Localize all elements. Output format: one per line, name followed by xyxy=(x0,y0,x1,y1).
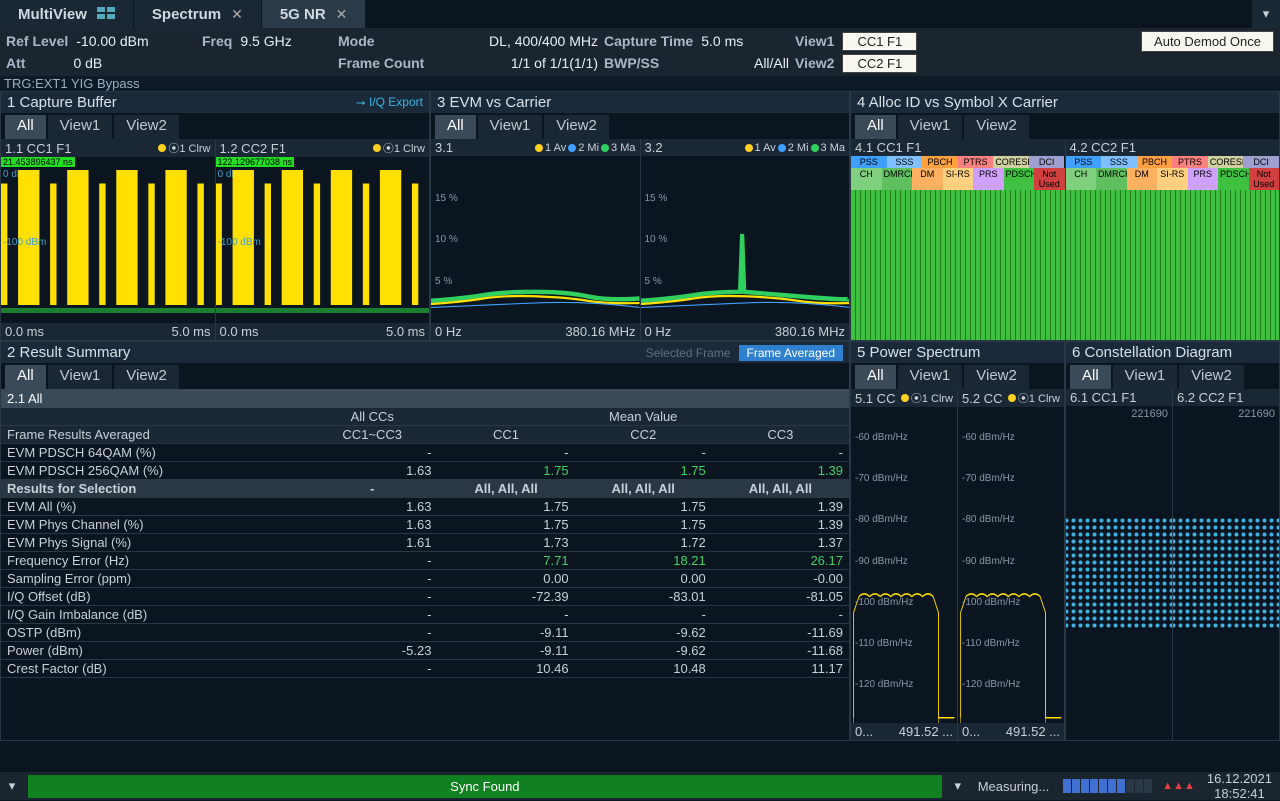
att-value: 0 dB xyxy=(73,55,102,71)
settings-bar: Ref Level -10.00 dBm Freq 9.5 GHz Mode DL, … xyxy=(0,28,1280,76)
close-icon[interactable]: ✕ xyxy=(336,6,348,23)
sub-tab-view2[interactable]: View2 xyxy=(544,115,609,139)
power-title: 5 Power Spectrum xyxy=(857,344,980,361)
sub-tab-view2[interactable]: View2 xyxy=(114,365,179,389)
sub-tab-view2[interactable]: View2 xyxy=(1179,365,1244,389)
panel-result-summary: 2 Result Summary Selected Frame Frame Av… xyxy=(0,341,850,741)
spectrum-label: Spectrum xyxy=(152,6,221,23)
result-table: All CCsMean Value Frame Results Averaged… xyxy=(1,408,849,678)
sub-tab-view1[interactable]: View1 xyxy=(48,365,113,389)
sub-tab-view1[interactable]: View1 xyxy=(48,115,113,139)
capture-chart-1[interactable]: 21.453896437 ns 0 dBm -100 dBm xyxy=(1,157,215,323)
multiview-label: MultiView xyxy=(18,6,87,23)
sub-tab-view2[interactable]: View2 xyxy=(964,115,1029,139)
progress-bar xyxy=(1063,779,1152,793)
panel-power-spectrum: 5 Power Spectrum All View1 View2 5.1 CC⦿… xyxy=(850,341,1065,741)
selected-frame-button[interactable]: Selected Frame xyxy=(638,345,739,361)
result-all-tab: 2.1 All xyxy=(1,389,849,408)
cap1-title: 1.1 CC1 F1 xyxy=(5,141,71,156)
mode-value: DL, 400/400 MHz xyxy=(489,33,598,49)
auto-demod-button[interactable]: Auto Demod Once xyxy=(1141,31,1274,52)
tab-spacer xyxy=(366,0,1252,28)
evm-title: 3 EVM vs Carrier xyxy=(437,94,551,111)
freq-label: Freq xyxy=(202,33,232,49)
sub-tab-view1[interactable]: View1 xyxy=(898,365,963,389)
frame-count-label: Frame Count xyxy=(338,55,424,71)
result-title: 2 Result Summary xyxy=(7,344,130,361)
tab-5gnr[interactable]: 5G NR ✕ xyxy=(262,0,367,28)
iq-export-button[interactable]: ⭢ I/Q Export xyxy=(356,95,423,110)
sub-tab-view1[interactable]: View1 xyxy=(478,115,543,139)
sub-tab-all[interactable]: All xyxy=(435,115,476,139)
alloc-chart-2[interactable]: PSSSSSPBCHPTRSCORESETDCI CHDMRCHDMSI-RSP… xyxy=(1066,156,1280,340)
freq-value: 9.5 GHz xyxy=(240,33,291,49)
frame-averaged-button[interactable]: Frame Averaged xyxy=(739,345,844,361)
view1-box[interactable]: CC1 F1 xyxy=(842,32,917,51)
sub-tab-view2[interactable]: View2 xyxy=(114,115,179,139)
const-chart-1[interactable]: 221690 xyxy=(1066,406,1172,740)
marker-2: 122.129677038 ns xyxy=(216,157,295,167)
view2-box[interactable]: CC2 F1 xyxy=(842,54,917,73)
ref-level-value: -10.00 dBm xyxy=(76,33,148,49)
marker-1: 21.453896437 ns xyxy=(1,157,75,167)
bwpss-label: BWP/SS xyxy=(604,55,659,71)
sub-tab-view1[interactable]: View1 xyxy=(898,115,963,139)
sub-tab-all[interactable]: All xyxy=(855,115,896,139)
panel-alloc-id: 4 Alloc ID vs Symbol X Carrier All View1… xyxy=(850,91,1280,341)
att-label: Att xyxy=(6,55,25,71)
sync-status: Sync Found xyxy=(28,775,942,798)
sub-tab-all[interactable]: All xyxy=(5,115,46,139)
capture-time-value: 5.0 ms xyxy=(701,33,743,49)
capture-chart-2[interactable]: 122.129677038 ns 0 dBm -100 dBm xyxy=(216,157,430,323)
power-chart-1[interactable]: -60 dBm/Hz-70 dBm/Hz-80 dBm/Hz-90 dBm/Hz… xyxy=(851,407,957,723)
capture-time-label: Capture Time xyxy=(604,33,693,49)
sub-tab-all[interactable]: All xyxy=(5,365,46,389)
tab-multiview[interactable]: MultiView xyxy=(0,0,134,28)
trg-status: TRG:EXT1 YIG Bypass xyxy=(0,76,1280,91)
frame-count-value: 1/1 of 1/1(1/1) xyxy=(511,55,598,71)
tab-menu-button[interactable]: ▾ xyxy=(1252,0,1280,28)
view2-label: View2 xyxy=(795,55,834,71)
footer: ▾ Sync Found ▾ Measuring... ▲▲▲ 16.12.20… xyxy=(0,772,1280,800)
time: 18:52:41 xyxy=(1207,786,1272,801)
multiview-icon xyxy=(97,6,115,23)
const-title: 6 Constellation Diagram xyxy=(1072,344,1232,361)
ref-level-label: Ref Level xyxy=(6,33,68,49)
panel-constellation: 6 Constellation Diagram All View1 View2 … xyxy=(1065,341,1280,741)
panel-evm-carrier: 3 EVM vs Carrier All View1 View2 3.11 Av… xyxy=(430,91,850,341)
sub-tab-view1[interactable]: View1 xyxy=(1113,365,1178,389)
sub-tab-view2[interactable]: View2 xyxy=(964,365,1029,389)
evm-chart-2[interactable]: 15 % 10 % 5 % xyxy=(641,156,850,323)
sub-tab-all[interactable]: All xyxy=(855,365,896,389)
bwpss-value: All/All xyxy=(754,55,789,71)
sub-tab-all[interactable]: All xyxy=(1070,365,1111,389)
panel-capture-buffer: 1 Capture Buffer ⭢ I/Q Export All View1 … xyxy=(0,91,430,341)
tab-spectrum[interactable]: Spectrum ✕ xyxy=(134,0,262,28)
warning-icon: ▲▲▲ xyxy=(1158,780,1199,792)
capture-title: 1 Capture Buffer xyxy=(7,94,117,111)
footer-left-menu[interactable]: ▾ xyxy=(0,778,24,794)
cap2-title: 1.2 CC2 F1 xyxy=(220,141,286,156)
power-chart-2[interactable]: -60 dBm/Hz-70 dBm/Hz-80 dBm/Hz-90 dBm/Hz… xyxy=(958,407,1064,723)
close-icon[interactable]: ✕ xyxy=(231,6,243,23)
alloc-chart-1[interactable]: PSSSSSPBCHPTRSCORESETDCI CHDMRCHDMSI-RSP… xyxy=(851,156,1065,340)
evm-chart-1[interactable]: 15 % 10 % 5 % xyxy=(431,156,640,323)
const-chart-2[interactable]: 221690 xyxy=(1173,406,1279,740)
view1-label: View1 xyxy=(795,33,834,49)
footer-sync-menu[interactable]: ▾ xyxy=(946,778,970,794)
alloc-title: 4 Alloc ID vs Symbol X Carrier xyxy=(857,94,1058,111)
mode-label: Mode xyxy=(338,33,375,49)
date: 16.12.2021 xyxy=(1207,771,1272,786)
nr5g-label: 5G NR xyxy=(280,6,326,23)
measuring-label: Measuring... xyxy=(970,779,1058,794)
